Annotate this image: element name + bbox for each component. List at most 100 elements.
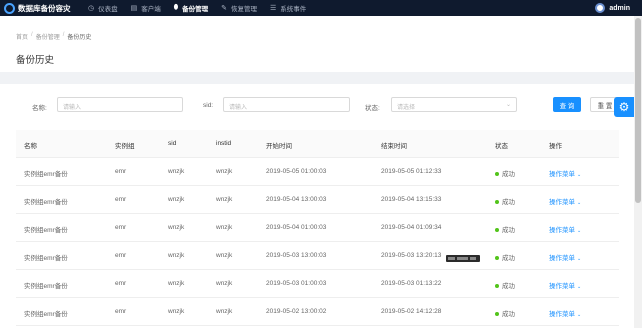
chevron-down-icon[interactable]: ⌄ <box>577 256 581 262</box>
cell-start-time: 2019-05-04 13:00:03 <box>266 196 327 203</box>
chevron-down-icon[interactable]: ⌄ <box>577 284 581 290</box>
actions-menu-link[interactable]: 操作菜单 <box>549 199 575 206</box>
brand[interactable]: 数据库备份容灾 <box>0 2 82 14</box>
nav-item-label: 客户端 <box>141 6 161 13</box>
hover-tooltip <box>446 255 480 262</box>
cell-instid: wnzjk <box>216 196 233 203</box>
user-menu[interactable]: admin <box>595 3 642 13</box>
header-col-status: 状态 <box>495 143 508 150</box>
header-col-group: 实例组 <box>115 143 135 150</box>
status-text: 成功 <box>502 227 515 234</box>
cell-group: emr <box>115 280 127 287</box>
cell-actions[interactable]: 操作菜单 ⌄ <box>549 224 581 234</box>
header-col-sid: sid <box>168 140 177 147</box>
table-row[interactable]: 实例组emr备份 emr wnzjk wnzjk 2019-05-04 01:00:03… <box>16 214 619 242</box>
breadcrumb: 首页 / 备份管理 / 备份历史 <box>16 32 94 41</box>
cell-actions[interactable]: 操作菜单 ⌄ <box>549 308 581 318</box>
cell-group: emr <box>115 196 127 203</box>
cell-group: emr <box>115 224 127 231</box>
cell-end-time: 2019-05-03 13:20:13 <box>381 252 442 259</box>
status-filter-select[interactable]: 请选择 ⌄ <box>391 97 517 112</box>
name-filter-input[interactable]: 请输入 <box>57 97 183 112</box>
status-filter-label: 状态: <box>365 105 380 112</box>
sid-filter-placeholder: 请输入 <box>229 105 248 111</box>
table-body: 实例组emr备份 emr wnzjk wnzjk 2019-05-05 01:00:03… <box>16 158 619 326</box>
cell-status: 成功 <box>495 308 515 318</box>
chevron-down-icon[interactable]: ⌄ <box>577 312 581 318</box>
backup-history-table: 名称 实例组 sid instid 开始时间 结束时间 状态 操作 实例组emr备份 emr wn… <box>16 130 619 326</box>
client-icon: ▤ <box>130 5 138 12</box>
cell-name: 实例组emr备份 <box>24 171 68 178</box>
nav-item-client[interactable]: ▤ 客户端 <box>125 0 168 16</box>
nav-item-label: 仪表盘 <box>98 6 118 13</box>
breadcrumb-home[interactable]: 首页 <box>16 32 28 41</box>
table-row[interactable]: 实例组emr备份 emr wnzjk wnzjk 2019-05-04 13:00:03… <box>16 186 619 214</box>
sid-filter-input[interactable]: 请输入 <box>223 97 350 112</box>
status-dot-icon <box>495 312 499 317</box>
status-dot-icon <box>495 172 499 177</box>
actions-menu-link[interactable]: 操作菜单 <box>549 255 575 262</box>
table-row[interactable]: 实例组emr备份 emr wnzjk wnzjk 2019-05-03 13:00:03… <box>16 242 619 270</box>
cell-end-time: 2019-05-03 01:13:22 <box>381 280 442 287</box>
status-dot-icon <box>495 200 499 205</box>
nav-item-label: 备份管理 <box>182 6 209 13</box>
nav-item-backup[interactable]: ⬮ 备份管理 <box>168 0 215 16</box>
cell-actions[interactable]: 操作菜单 ⌄ <box>549 196 581 206</box>
cell-status: 成功 <box>495 224 515 234</box>
query-button[interactable]: 查 询 <box>553 97 581 112</box>
nav-item-events[interactable]: ☰ 系统事件 <box>264 0 313 16</box>
cell-actions[interactable]: 操作菜单 ⌄ <box>549 280 581 290</box>
cell-status: 成功 <box>495 168 515 178</box>
nav-item-label: 系统事件 <box>280 6 307 13</box>
table-row[interactable]: 实例组emr备份 emr wnzjk wnzjk 2019-05-05 01:00:03… <box>16 158 619 186</box>
brand-name: 数据库备份容灾 <box>18 3 71 13</box>
cell-instid: wnzjk <box>216 252 233 259</box>
cell-end-time: 2019-05-02 14:12:28 <box>381 308 442 315</box>
cell-start-time: 2019-05-05 01:00:03 <box>266 168 327 175</box>
scrollbar-thumb[interactable] <box>635 18 641 203</box>
cell-status: 成功 <box>495 252 515 262</box>
cell-status: 成功 <box>495 196 515 206</box>
header-col-start-time: 开始时间 <box>266 143 292 150</box>
dashboard-icon: ◷ <box>88 5 95 12</box>
cell-sid: wnzjk <box>168 224 185 231</box>
cell-instid: wnzjk <box>216 280 233 287</box>
actions-menu-link[interactable]: 操作菜单 <box>549 311 575 318</box>
actions-menu-link[interactable]: 操作菜单 <box>549 283 575 290</box>
cell-end-time: 2019-05-05 01:12:33 <box>381 168 442 175</box>
settings-gear-icon[interactable]: ⚙ <box>614 97 634 117</box>
cell-status: 成功 <box>495 280 515 290</box>
breadcrumb-separator: / <box>62 32 65 38</box>
tooltip-segment <box>448 257 456 260</box>
cell-actions[interactable]: 操作菜单 ⌄ <box>549 252 581 262</box>
section-divider <box>0 72 634 84</box>
breadcrumb-separator: / <box>31 32 33 38</box>
page-scrollbar[interactable] <box>634 16 642 328</box>
chevron-down-icon[interactable]: ⌄ <box>577 228 581 234</box>
cell-end-time: 2019-05-04 01:09:34 <box>381 224 442 231</box>
chevron-down-icon[interactable]: ⌄ <box>577 200 581 206</box>
cell-end-time: 2019-05-04 13:15:33 <box>381 196 442 203</box>
header-col-name: 名称 <box>24 143 37 150</box>
nav-item-dashboard[interactable]: ◷ 仪表盘 <box>82 0 125 16</box>
cell-actions[interactable]: 操作菜单 ⌄ <box>549 168 581 178</box>
cell-name: 实例组emr备份 <box>24 311 68 318</box>
status-text: 成功 <box>502 311 515 318</box>
table-row[interactable]: 实例组emr备份 emr wnzjk wnzjk 2019-05-03 01:00:03… <box>16 270 619 298</box>
actions-menu-link[interactable]: 操作菜单 <box>549 171 575 178</box>
chevron-down-icon[interactable]: ⌄ <box>577 172 581 178</box>
status-text: 成功 <box>502 199 515 206</box>
cell-start-time: 2019-05-04 01:00:03 <box>266 224 327 231</box>
restore-icon: ✎ <box>221 5 228 12</box>
status-dot-icon <box>495 284 499 289</box>
name-filter-label: 名称: <box>32 105 47 112</box>
actions-menu-link[interactable]: 操作菜单 <box>549 227 575 234</box>
main-nav: ◷ 仪表盘 ▤ 客户端 ⬮ 备份管理 ✎ 恢复管理 ☰ 系统事件 <box>82 0 313 16</box>
brand-logo-icon <box>4 2 15 14</box>
nav-item-label: 恢复管理 <box>231 6 258 13</box>
breadcrumb-backup-management[interactable]: 备份管理 <box>36 32 60 41</box>
nav-item-restore[interactable]: ✎ 恢复管理 <box>215 0 264 16</box>
cell-group: emr <box>115 168 127 175</box>
cell-start-time: 2019-05-03 01:00:03 <box>266 280 327 287</box>
table-row[interactable]: 实例组emr备份 emr wnzjk wnzjk 2019-05-02 13:00:02… <box>16 298 619 326</box>
